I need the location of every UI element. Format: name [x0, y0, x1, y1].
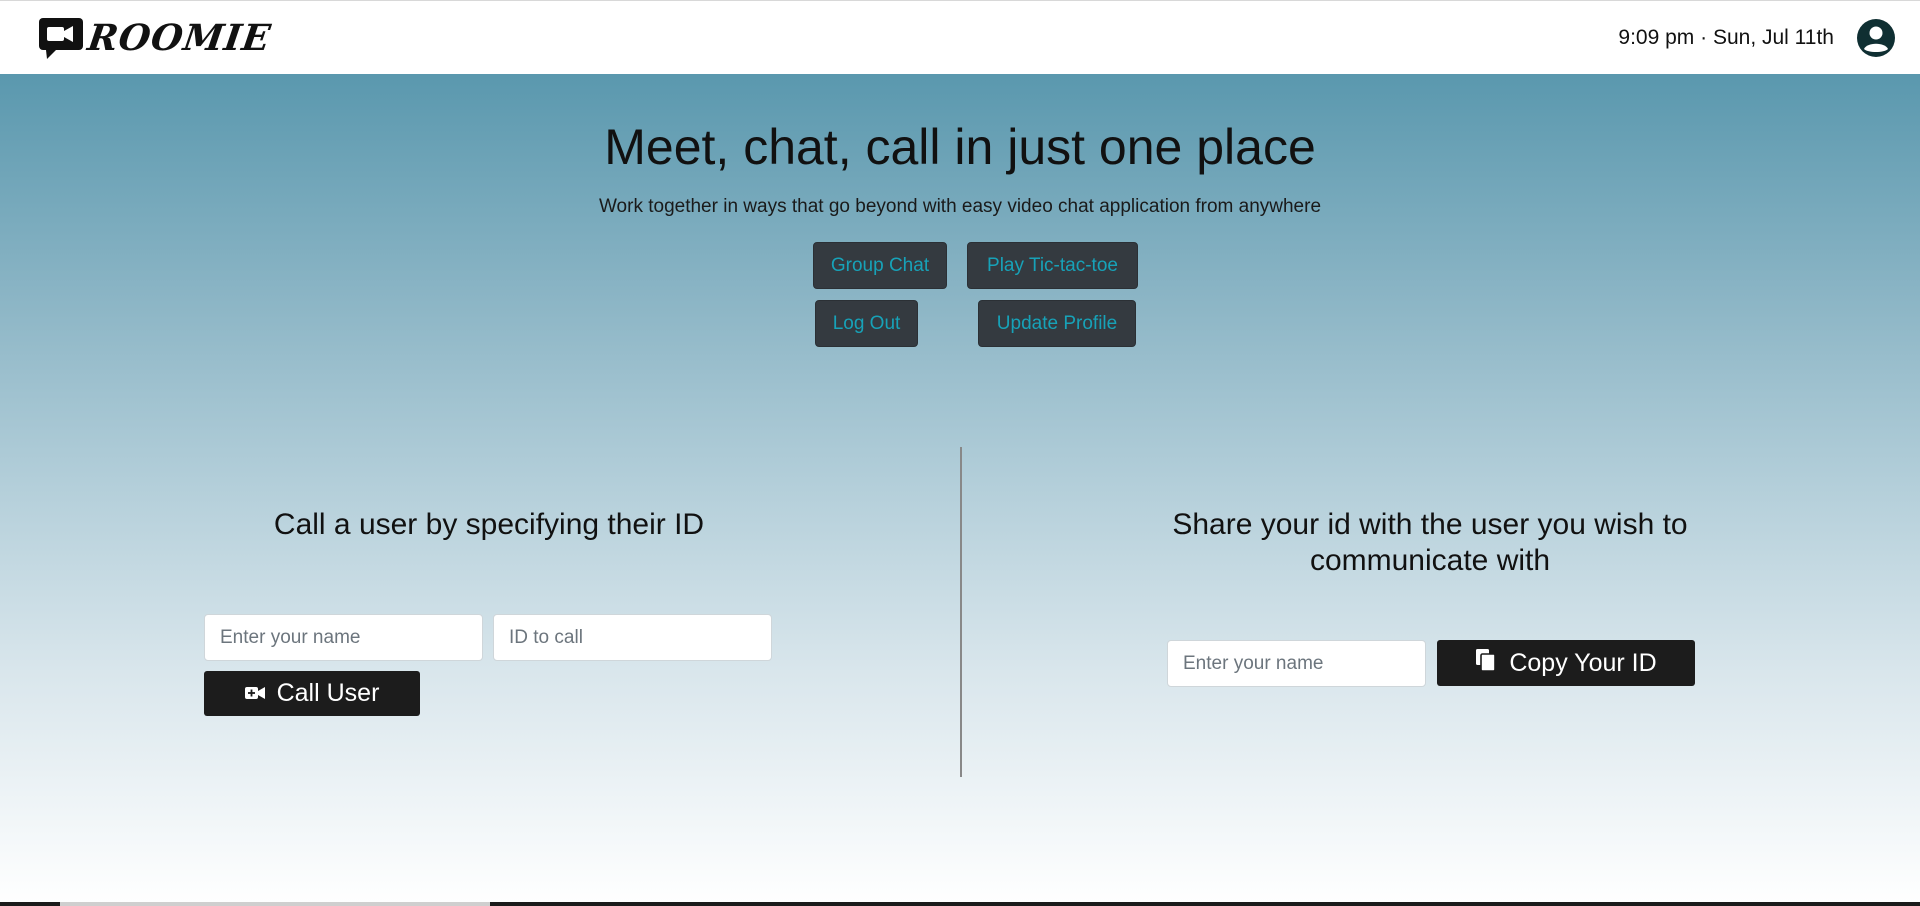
call-section-title: Call a user by specifying their ID: [273, 508, 705, 541]
share-section-title: Share your id with the user you wish to …: [1150, 507, 1710, 579]
copy-id-button[interactable]: Copy Your ID: [1437, 640, 1695, 686]
video-camera-chat-icon: [38, 16, 84, 60]
share-title-line-2: communicate with: [1309, 544, 1551, 577]
call-user-button[interactable]: Call User: [204, 671, 420, 716]
video-plus-icon: [244, 679, 265, 708]
group-chat-button[interactable]: Group Chat: [813, 242, 947, 289]
id-to-call-input[interactable]: [493, 614, 772, 661]
share-name-input[interactable]: [1167, 640, 1426, 687]
current-datetime: 9:09 pm · Sun, Jul 11th: [1618, 25, 1834, 49]
brand-logo[interactable]: ROOMIE: [38, 16, 274, 60]
call-user-label: Call User: [276, 679, 380, 707]
bottom-scroll-strip: [0, 902, 1920, 906]
top-navbar: ROOMIE 9:09 pm · Sun, Jul 11th: [0, 0, 1920, 74]
caller-name-input[interactable]: [204, 614, 483, 661]
section-divider: [960, 447, 962, 777]
log-out-button[interactable]: Log Out: [815, 300, 918, 347]
update-profile-button[interactable]: Update Profile: [978, 300, 1136, 347]
brand-name: ROOMIE: [85, 16, 274, 59]
page-subheadline: Work together in ways that go beyond wit…: [598, 196, 1322, 217]
play-tictactoe-button[interactable]: Play Tic-tac-toe: [967, 242, 1138, 289]
bottom-strip-segment: [60, 902, 490, 906]
page-headline: Meet, chat, call in just one place: [604, 119, 1316, 175]
copy-icon: [1475, 648, 1497, 679]
share-title-line-1: Share your id with the user you wish to: [1172, 508, 1688, 541]
user-circle-icon[interactable]: [1856, 18, 1896, 58]
copy-id-label: Copy Your ID: [1509, 648, 1657, 677]
